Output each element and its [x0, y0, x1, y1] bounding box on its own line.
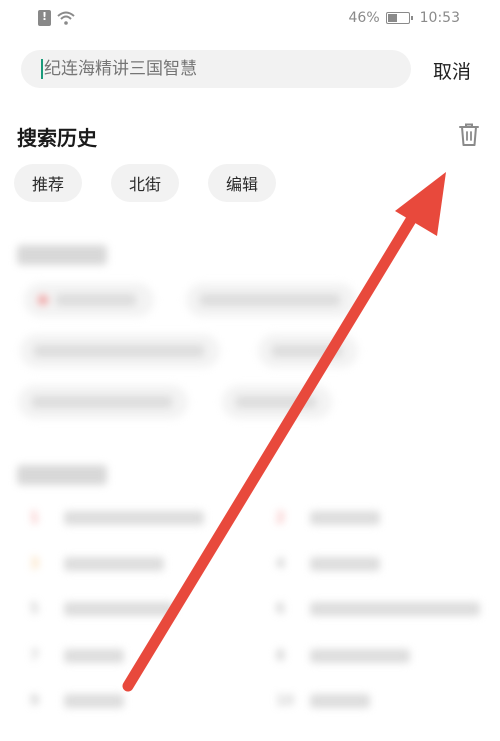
status-left [38, 10, 75, 26]
cancel-button[interactable]: 取消 [433, 57, 471, 84]
battery-icon [385, 12, 413, 24]
blurred-section-title [17, 465, 107, 485]
blurred-list-item: 4 [276, 556, 380, 572]
search-bar[interactable] [21, 50, 411, 88]
blurred-chip [24, 283, 154, 317]
blurred-list-item: 5 [30, 601, 174, 617]
status-right: 46% 10:53 [349, 10, 460, 26]
trash-icon[interactable] [457, 122, 481, 148]
search-history-title: 搜索历史 [17, 126, 97, 150]
status-bar: 46% 10:53 [0, 0, 500, 38]
blurred-chip [258, 334, 358, 368]
history-chip[interactable]: 推荐 [14, 164, 83, 202]
battery-percent: 46% [348, 10, 380, 26]
blurred-chip [222, 385, 332, 419]
blurred-list-item: 3 [30, 556, 164, 572]
blurred-chip [20, 334, 220, 368]
blurred-list-item: 7 [30, 648, 124, 664]
blurred-chip [18, 385, 188, 419]
blurred-section-title [17, 245, 107, 267]
sim-icon [38, 10, 51, 26]
clock: 10:53 [419, 10, 460, 26]
text-caret [41, 59, 43, 79]
blurred-list-item: 2 [276, 510, 380, 526]
blurred-chip [186, 283, 356, 317]
annotation-arrow [122, 172, 446, 692]
history-chip[interactable]: 编辑 [208, 164, 277, 202]
blurred-list-item: 6 [276, 601, 480, 617]
wifi-icon [57, 11, 75, 25]
blurred-list-item: 9 [30, 693, 124, 709]
blurred-list-item: 8 [276, 648, 410, 664]
blurred-list-item: 1 [30, 510, 204, 526]
search-input[interactable] [44, 59, 384, 79]
history-chip[interactable]: 北街 [111, 164, 180, 202]
blurred-list-item: 10 [276, 693, 370, 709]
